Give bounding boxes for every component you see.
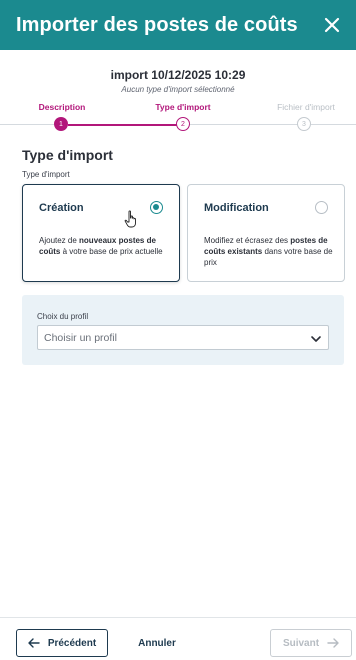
import-type-label: Type d'import — [22, 170, 70, 179]
option-card-modification[interactable]: Modification Modifiez et écrasez des pos… — [187, 184, 345, 282]
arrow-left-icon — [28, 638, 40, 648]
profile-select-placeholder: Choisir un profil — [44, 332, 117, 344]
chevron-down-icon — [310, 332, 322, 344]
hand-cursor-icon — [124, 210, 138, 228]
radio-creation[interactable] — [150, 201, 163, 214]
previous-label: Précédent — [47, 637, 97, 649]
dialog-header: Importer des postes de coûts — [0, 0, 356, 50]
cancel-label: Annuler — [138, 637, 176, 649]
option-card-creation[interactable]: Création Ajoutez de nouveaux postes de c… — [22, 184, 180, 282]
section-title: Type d'import — [22, 147, 113, 163]
import-name: import 10/12/2025 10:29 — [110, 68, 246, 82]
stepper-line-left — [0, 124, 55, 125]
option-title-creation: Création — [39, 202, 84, 214]
next-button[interactable]: Suivant — [270, 629, 352, 657]
profile-select[interactable]: Choisir un profil — [37, 325, 329, 350]
radio-modification[interactable] — [315, 201, 328, 214]
cancel-button[interactable]: Annuler — [128, 629, 186, 657]
profile-label: Choix du profil — [37, 312, 89, 321]
step-dot-1: 1 — [54, 117, 68, 131]
step-dot-2: 2 — [176, 117, 190, 131]
stepper-line-progress — [68, 124, 177, 126]
step-label-import-file: Fichier d'import — [277, 102, 335, 112]
stepper-line-right — [311, 124, 356, 125]
step-dot-3: 3 — [297, 117, 311, 131]
option-title-modification: Modification — [204, 202, 269, 214]
stepper: Description 1 Type d'import 2 Fichier d'… — [0, 100, 356, 132]
next-label: Suivant — [282, 637, 320, 649]
arrow-right-icon — [327, 638, 339, 648]
dialog-title: Importer des postes de coûts — [16, 13, 298, 36]
close-icon[interactable] — [320, 13, 344, 37]
step-label-import-type: Type d'import — [155, 102, 211, 112]
import-type-note: Aucun type d'import sélectionné — [121, 85, 235, 94]
option-desc-creation: Ajoutez de nouveaux postes de coûts à vo… — [39, 236, 163, 256]
footer-divider — [0, 617, 356, 618]
previous-button[interactable]: Précédent — [16, 629, 108, 657]
stepper-line-pending — [190, 124, 298, 125]
option-desc-modification: Modifiez et écrasez des postes de coûts … — [204, 236, 333, 267]
step-label-description: Description — [38, 102, 86, 112]
profile-panel: Choix du profil Choisir un profil — [22, 295, 344, 365]
